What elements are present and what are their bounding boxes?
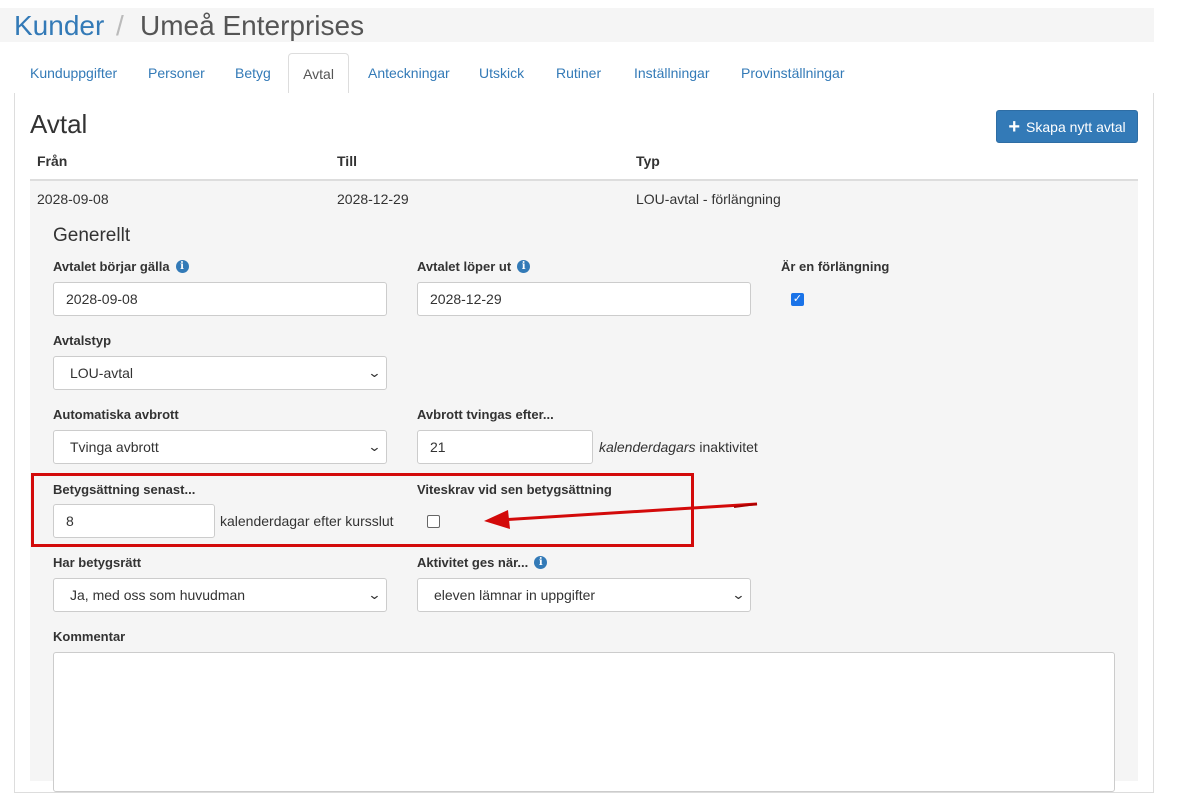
agreement-type-select[interactable]: LOU-avtal ⌄ — [53, 356, 387, 390]
activity-label: Aktivitet ges när... i — [417, 555, 548, 570]
info-icon[interactable]: i — [175, 260, 189, 273]
row-from-cell[interactable]: 2028-09-08 — [37, 191, 109, 207]
breadcrumb-separator: / — [116, 10, 124, 41]
extension-label: Är en förlängning — [781, 259, 890, 274]
page-title: Avtal — [30, 109, 88, 139]
agreement-type-value: LOU-avtal — [70, 365, 134, 381]
breadcrumb-kunder-link[interactable]: Kunder — [14, 8, 104, 44]
chevron-down-icon: ⌄ — [367, 439, 382, 454]
grading-right-select[interactable]: Ja, med oss som huvudman ⌄ — [53, 578, 387, 612]
extension-checkbox[interactable]: ✓ — [791, 293, 804, 306]
comment-textarea[interactable] — [53, 652, 1115, 792]
agreement-type-label: Avtalstyp — [53, 333, 112, 348]
tab-provinstallningar[interactable]: Provinställningar — [727, 53, 859, 94]
force-break-suffix-text: inaktivitet — [699, 439, 758, 455]
tab-kunduppgifter[interactable]: Kunduppgifter — [16, 53, 131, 94]
chevron-down-icon: ⌄ — [367, 365, 382, 380]
auto-break-value: Tvinga avbrott — [70, 439, 159, 455]
end-date-label-text: Avtalet löper ut — [417, 259, 512, 274]
tab-personer[interactable]: Personer — [134, 53, 219, 94]
activity-label-text: Aktivitet ges när... — [417, 555, 529, 570]
activity-value: eleven lämnar in uppgifter — [434, 587, 596, 603]
section-title-generellt: Generellt — [53, 225, 131, 246]
end-date-value: 2028-12-29 — [430, 291, 502, 307]
start-date-label: Avtalet börjar gälla i — [53, 259, 189, 274]
start-date-value: 2028-09-08 — [66, 291, 138, 307]
tab-installningar[interactable]: Inställningar — [620, 53, 724, 94]
red-arrow-annotation — [484, 502, 758, 529]
tab-utskick[interactable]: Utskick — [465, 53, 538, 94]
create-agreement-label: Skapa nytt avtal — [1026, 118, 1126, 135]
start-date-label-text: Avtalet börjar gälla — [53, 259, 170, 274]
comment-label: Kommentar — [53, 629, 126, 644]
plus-icon: + — [1008, 115, 1021, 138]
force-break-suffix-italic: kalenderdagars — [599, 439, 696, 455]
tab-avtal[interactable]: Avtal — [288, 53, 349, 94]
force-break-label: Avbrott tvingas efter... — [417, 407, 554, 422]
row-to-cell[interactable]: 2028-12-29 — [337, 191, 409, 207]
end-date-input[interactable]: 2028-12-29 — [417, 282, 751, 316]
start-date-input[interactable]: 2028-09-08 — [53, 282, 387, 316]
tab-anteckningar[interactable]: Anteckningar — [354, 53, 464, 94]
info-icon[interactable]: i — [534, 556, 548, 569]
chevron-down-icon: ⌄ — [731, 587, 746, 602]
auto-break-select[interactable]: Tvinga avbrott ⌄ — [53, 430, 387, 464]
create-agreement-button[interactable]: + Skapa nytt avtal — [996, 110, 1138, 143]
info-icon[interactable]: i — [517, 260, 531, 273]
force-break-suffix: kalenderdagars inaktivitet — [599, 439, 758, 455]
column-header-to: Till — [337, 153, 357, 169]
grading-right-label: Har betygsrätt — [53, 555, 142, 570]
tab-rutiner[interactable]: Rutiner — [542, 53, 615, 94]
grading-right-value: Ja, med oss som huvudman — [70, 587, 246, 603]
row-type-cell[interactable]: LOU-avtal - förlängning — [636, 191, 781, 207]
activity-select[interactable]: eleven lämnar in uppgifter ⌄ — [417, 578, 751, 612]
auto-break-label: Automatiska avbrott — [53, 407, 179, 422]
end-date-label: Avtalet löper ut i — [417, 259, 531, 274]
force-break-input[interactable]: 21 — [417, 430, 593, 464]
force-break-value: 21 — [430, 439, 446, 455]
column-header-type: Typ — [636, 153, 660, 169]
column-header-from: Från — [37, 153, 68, 169]
tab-betyg[interactable]: Betyg — [221, 53, 285, 94]
breadcrumb-current: Umeå Enterprises — [140, 10, 365, 41]
chevron-down-icon: ⌄ — [367, 587, 382, 602]
